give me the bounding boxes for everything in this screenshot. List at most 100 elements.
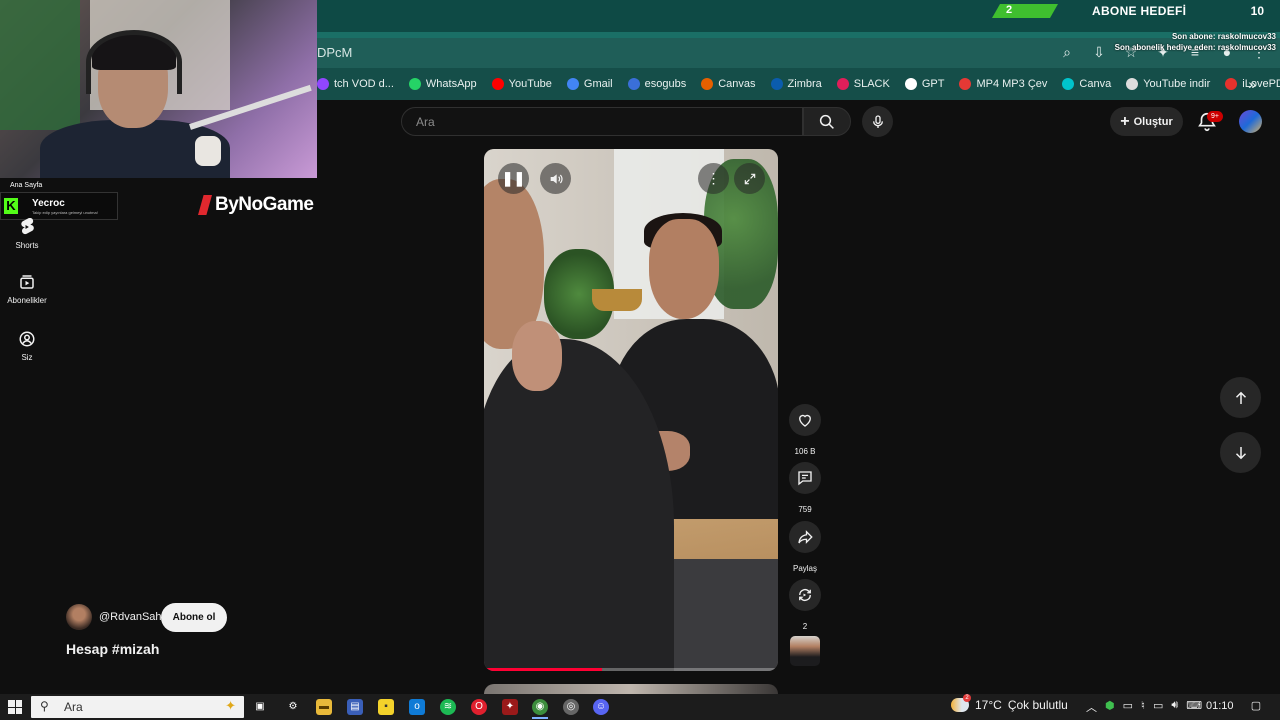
share-icon — [798, 530, 813, 544]
like-button[interactable] — [789, 404, 821, 436]
url-text[interactable]: DPcM — [317, 45, 352, 60]
search-input[interactable] — [416, 108, 786, 135]
plus-icon: + — [1120, 112, 1130, 130]
bookmark-tch-vod-d[interactable]: tch VOD d... — [317, 78, 394, 90]
channel-avatar[interactable] — [66, 604, 92, 630]
outlook-icon[interactable]: o — [409, 699, 425, 715]
zimbra-icon — [770, 78, 783, 90]
bookmark-gpt[interactable]: GPT — [904, 78, 945, 90]
obs-icon[interactable]: ◎ — [563, 699, 579, 715]
bynogame-mark-icon — [198, 195, 212, 215]
taskbar-clock[interactable]: 01:10 — [1206, 700, 1234, 712]
nav-label-shorts: Shorts — [15, 241, 39, 250]
nav-label-you: Siz — [21, 353, 33, 362]
search-button[interactable] — [803, 107, 851, 136]
bookmark-canva[interactable]: Canva — [1062, 78, 1111, 90]
video-progress-fill — [484, 668, 602, 671]
search-icon — [819, 114, 834, 129]
short-video-player[interactable]: ❚❚ ⋮ — [484, 149, 778, 671]
user-icon — [18, 330, 36, 348]
game-launcher-icon[interactable]: ✦ — [502, 699, 518, 715]
chrome-icon[interactable]: ◉ — [532, 699, 548, 715]
chat-subtext: Takip edip yayınlara gelmeyi unutma! — [32, 210, 98, 215]
weather-widget[interactable]: 2 17°C Çok bulutlu — [951, 694, 1068, 712]
bookmark-youtube[interactable]: YouTube — [491, 78, 552, 90]
share-button[interactable] — [789, 521, 821, 553]
pause-button[interactable]: ❚❚ — [498, 163, 529, 194]
bookmark-mp4-mp3-ev[interactable]: MP4 MP3 Çev — [959, 78, 1047, 90]
nav-item-shorts[interactable]: Shorts — [0, 217, 54, 250]
bookmark-canvas[interactable]: Canvas — [701, 78, 756, 90]
video-progress-track[interactable] — [484, 668, 778, 671]
sticky-notes-icon[interactable]: ▪ — [378, 699, 394, 715]
video-title[interactable]: Hesap #mizah — [66, 641, 159, 657]
settings-gear-icon[interactable]: ⚙ — [285, 699, 301, 715]
last-gift-text: Son abonelik hediye eden: raskolmucov33 — [1114, 43, 1276, 52]
file-explorer-icon[interactable]: ▬ — [316, 699, 332, 715]
remix-action[interactable]: 2 — [787, 579, 823, 631]
opera-icon[interactable]: O — [471, 699, 487, 715]
task-view-icon[interactable]: ▣ — [252, 699, 268, 715]
install-app-icon[interactable]: ⇩ — [1090, 43, 1108, 61]
more-options-button[interactable]: ⋮ — [698, 163, 729, 194]
arrow-down-icon — [1235, 446, 1246, 459]
comment-icon — [798, 471, 812, 486]
remix-button[interactable] — [789, 579, 821, 611]
bookmark-label: tch VOD d... — [334, 78, 394, 90]
arrow-up-icon — [1235, 391, 1246, 404]
notification-center-icon[interactable]: ▢ — [1248, 699, 1264, 715]
windows-taskbar: ⚲ Ara ✦ ▣ ⚙ ▬ ▤ ▪ o ≋ O ✦ ◉ ◎ ☺ 2 17°C Ç… — [0, 694, 1280, 720]
windows-start-icon[interactable] — [8, 700, 22, 714]
chrome-active-indicator — [532, 717, 548, 719]
bookmarks-bar: tch VOD d... WhatsApp YouTube Gmail esogubs C… — [317, 68, 1280, 100]
nav-item-subscriptions[interactable]: Abonelikler — [0, 273, 54, 305]
bookmark-esogubs[interactable]: esogubs — [627, 78, 686, 90]
security-shield-icon[interactable]: ⬢ — [1105, 699, 1115, 715]
keyboard-icon[interactable]: ⌨ — [1186, 699, 1202, 715]
next-short-button[interactable] — [1220, 432, 1261, 473]
volume-icon[interactable]: 🔊︎ — [1171, 699, 1178, 715]
volume-button[interactable] — [540, 163, 571, 194]
display-icon[interactable]: ▭ — [1123, 699, 1133, 715]
comment-action[interactable]: 759 — [787, 462, 823, 514]
channel-handle[interactable]: @RdvanSah — [99, 611, 162, 623]
weather-badge: 2 — [963, 694, 971, 702]
account-avatar[interactable] — [1239, 110, 1262, 133]
taskbar-search[interactable]: ⚲ Ara ✦ — [31, 696, 244, 718]
bookmark-youtube-indir[interactable]: YouTube indir — [1126, 78, 1210, 90]
subscriber-goal-bar: 2 ABONE HEDEFİ 10 — [992, 3, 1280, 19]
bookmark-zimbra[interactable]: Zimbra — [770, 78, 822, 90]
fullscreen-button[interactable] — [734, 163, 765, 194]
search-box[interactable] — [401, 107, 803, 136]
app-window-icon[interactable]: ▤ — [347, 699, 363, 715]
share-action[interactable]: Paylaş — [787, 521, 823, 573]
create-button[interactable]: + Oluştur — [1110, 107, 1183, 136]
voice-search-button[interactable] — [862, 106, 893, 137]
slack-icon — [836, 78, 849, 90]
comments-button[interactable] — [789, 462, 821, 494]
zoom-icon[interactable]: ⌕ — [1058, 43, 1076, 61]
subscribe-button[interactable]: Abone ol — [161, 603, 227, 632]
bookmark-label: YouTube — [508, 78, 552, 90]
previous-short-button[interactable] — [1220, 377, 1261, 418]
weather-desc: Çok bulutlu — [1007, 698, 1068, 712]
remix-count: 2 — [802, 622, 808, 631]
chevron-up-icon[interactable]: ︿ — [1086, 699, 1097, 715]
search-icon: ⚲ — [40, 699, 49, 713]
microphone-icon[interactable]: ♮ — [1141, 699, 1145, 715]
discord-icon[interactable]: ☺ — [593, 699, 609, 715]
nav-label-subscriptions: Abonelikler — [7, 296, 47, 305]
spotify-icon[interactable]: ≋ — [440, 699, 456, 715]
like-action[interactable]: 106 B — [787, 404, 823, 456]
sound-thumbnail[interactable] — [790, 636, 820, 666]
network-icon[interactable]: ▭ — [1153, 699, 1163, 715]
bookmark-label: Canva — [1079, 78, 1112, 90]
sponsor-logo: ByNoGame — [198, 194, 314, 216]
bookmark-slack[interactable]: SLACK — [836, 78, 890, 90]
bookmark-whatsapp[interactable]: WhatsApp — [408, 78, 477, 90]
nav-item-you[interactable]: Siz — [0, 330, 54, 362]
bookmarks-overflow-icon[interactable]: » — [1248, 76, 1256, 92]
whatsapp-icon — [408, 78, 421, 90]
bookmark-gmail[interactable]: Gmail — [566, 78, 613, 90]
bookmark-label: GPT — [921, 78, 945, 90]
